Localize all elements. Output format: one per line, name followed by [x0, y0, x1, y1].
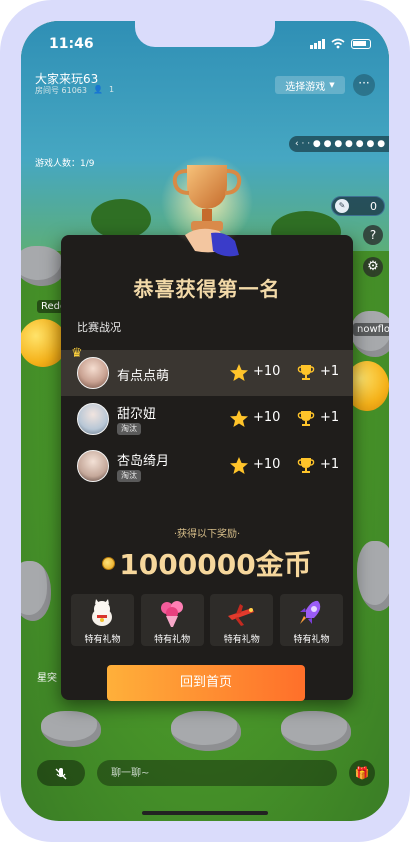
points-gained: +10: [253, 364, 281, 379]
red-jet-icon: [228, 604, 255, 626]
points-gained: +10: [253, 410, 281, 425]
gift-label: 特有礼物: [223, 635, 260, 645]
bottom-chat-bar: 🎁: [21, 756, 389, 796]
cellular-signal-icon: [310, 38, 325, 49]
trophy-small-icon: [297, 411, 315, 426]
back-to-home-button[interactable]: 回到首页: [107, 665, 305, 701]
room-number: 房间号 61063: [35, 86, 87, 95]
gift-rewards: 特有礼物 特有礼物 特有礼物 特有礼物: [71, 594, 343, 646]
wins-gained: +1: [320, 410, 340, 425]
match-summary-label: 比赛战况: [77, 321, 121, 334]
battery-icon: [351, 38, 371, 49]
help-button[interactable]: ?: [363, 225, 383, 245]
status-badge: 淘汰: [117, 470, 141, 482]
coin-icon: [102, 556, 116, 570]
pen-count: 0: [370, 199, 377, 213]
room-info: 房间号 61063 👤 1: [35, 85, 114, 96]
gift-card: 特有礼物: [210, 594, 274, 646]
rock-decoration: [281, 711, 351, 751]
trophy-icon: [161, 155, 253, 257]
rock-decoration: [357, 541, 389, 611]
pen-counter[interactable]: ✎ 0: [331, 196, 385, 216]
player-tag-left-2: 星突: [37, 673, 57, 684]
rock-decoration: [41, 711, 101, 747]
wins-gained: +1: [320, 457, 340, 472]
purple-rocket-icon: [299, 600, 321, 624]
home-indicator: [142, 811, 268, 815]
gift-label: 特有礼物: [293, 635, 330, 645]
rock-decoration: [21, 561, 51, 621]
game-select-dropdown[interactable]: 选择游戏 ▼: [275, 76, 345, 94]
status-badge: 淘汰: [117, 423, 141, 435]
gift-label: 特有礼物: [154, 635, 191, 645]
chevron-left-icon: ‹: [295, 139, 299, 149]
more-options-button[interactable]: ···: [353, 74, 375, 96]
game-select-label: 选择游戏: [285, 81, 326, 93]
trophy-small-icon: [297, 458, 315, 473]
caret-down-icon: ▼: [329, 81, 335, 89]
star-icon: [230, 410, 248, 427]
result-modal: 恭喜获得第一名 比赛战况 ♛ 有点点萌 +10 +1 甜尕妞 淘汰 +10 +1…: [61, 155, 353, 701]
crown-icon: ♛: [71, 346, 83, 361]
pencil-icon: ✎: [335, 199, 349, 213]
trophy-small-icon: [297, 365, 315, 380]
chat-input[interactable]: [97, 760, 337, 786]
rock-decoration: [21, 246, 65, 286]
gift-card: 特有礼物: [71, 594, 134, 646]
bush-decoration: [91, 199, 151, 239]
avatar: [77, 403, 109, 435]
star-icon: [230, 364, 248, 381]
gift-card: 特有礼物: [279, 594, 343, 646]
settings-gear-icon[interactable]: ⚙: [363, 257, 383, 277]
player-name: 甜尕妞: [117, 407, 157, 422]
status-icons: [310, 38, 371, 49]
avatar: [77, 450, 109, 482]
avatar: [77, 357, 109, 389]
device-notch: [135, 21, 275, 47]
mic-off-icon: [55, 767, 67, 779]
player-row: 杏岛绮月 淘汰 +10 +1: [61, 443, 353, 489]
player-row: 甜尕妞 淘汰 +10 +1: [61, 396, 353, 442]
gift-label: 特有礼物: [84, 635, 121, 645]
flower-bouquet-icon: [160, 601, 183, 627]
gift-box-icon[interactable]: 🎁: [349, 760, 375, 786]
coin-amount: 1000000金币: [119, 548, 312, 581]
player-name: 杏岛绮月: [117, 454, 170, 469]
game-screen: Redo nowflo 星突 11:46 大家来玩63 房间号 61063 👤 …: [21, 21, 389, 821]
lucky-cat-icon: [92, 599, 112, 626]
status-time: 11:46: [49, 36, 94, 52]
mic-muted-button[interactable]: [37, 760, 85, 786]
round-progress-bar: ‹ · · ● ● ● ● ● ● ●: [289, 136, 389, 152]
room-user-count: 1: [108, 85, 115, 94]
wifi-icon: [331, 38, 345, 49]
user-icon: 👤: [93, 85, 103, 94]
player-name: 有点点萌: [117, 369, 170, 384]
result-title: 恭喜获得第一名: [133, 277, 281, 301]
star-icon: [230, 457, 248, 474]
coin-reward: 1000000金币: [61, 543, 353, 583]
points-gained: +10: [253, 457, 281, 472]
player-row: ♛ 有点点萌 +10 +1: [61, 346, 353, 396]
players-count: 游戏人数：1/9: [35, 159, 95, 169]
wins-gained: +1: [320, 364, 340, 379]
player-tag-right: nowflo: [353, 323, 389, 336]
rock-decoration: [171, 711, 241, 751]
gift-card: 特有礼物: [140, 594, 204, 646]
reward-label: ·获得以下奖励·: [173, 529, 241, 540]
